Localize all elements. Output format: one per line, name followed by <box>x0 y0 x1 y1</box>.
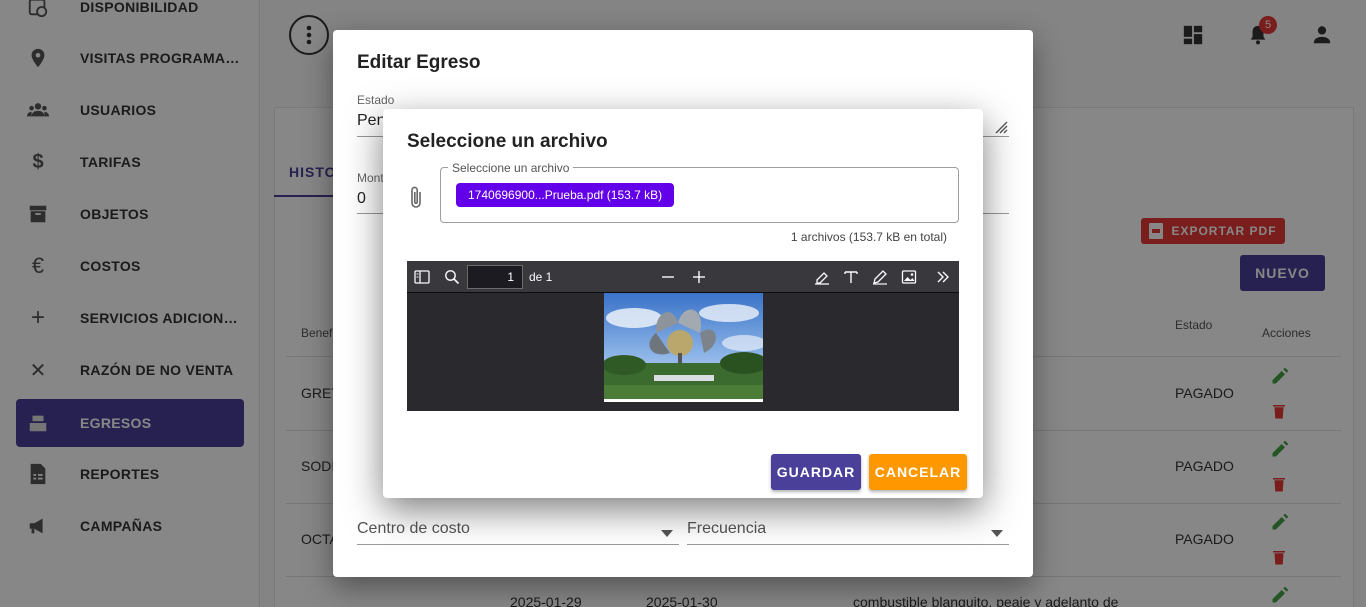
pdf-page-thumbnail <box>604 293 763 402</box>
chevron-down-icon <box>661 524 673 542</box>
dialog-title: Seleccione un archivo <box>407 131 608 152</box>
floralis-photo-image <box>604 293 763 402</box>
monto-label: Mont <box>357 171 384 185</box>
zoom-in-icon[interactable] <box>691 269 707 290</box>
search-icon[interactable] <box>444 269 460 290</box>
save-button[interactable]: GUARDAR <box>771 454 861 490</box>
estado-label: Estado <box>357 93 395 107</box>
image-icon[interactable] <box>901 269 917 290</box>
frecuencia-underline <box>687 544 1009 545</box>
text-icon[interactable] <box>843 269 859 290</box>
pdf-toolbar: de 1 <box>407 261 959 293</box>
file-count: 1 archivos (153.7 kB en total) <box>790 230 947 244</box>
file-input-label: Seleccione un archivo <box>448 161 574 175</box>
draw-icon[interactable] <box>872 269 888 290</box>
cancel-button[interactable]: CANCELAR <box>869 454 967 490</box>
centro-costo-underline <box>357 544 679 545</box>
more-tools-icon[interactable] <box>935 269 951 290</box>
file-chip[interactable]: 1740696900...Prueba.pdf (153.7 kB) <box>456 183 675 207</box>
zoom-out-icon[interactable] <box>660 269 676 290</box>
chevron-down-icon <box>991 524 1003 542</box>
monto-field[interactable]: 0 <box>357 190 366 208</box>
centro-costo-select[interactable]: Centro de costo <box>357 520 470 538</box>
sidebar-toggle-icon[interactable] <box>414 269 430 290</box>
highlight-icon[interactable] <box>814 269 830 290</box>
pdf-viewer: de 1 <box>407 261 959 411</box>
paperclip-icon[interactable] <box>409 185 423 214</box>
dialog-title: Editar Egreso <box>357 52 481 73</box>
page-count: de 1 <box>529 270 553 284</box>
estado-field[interactable]: Pen <box>357 112 385 130</box>
page-number-input[interactable] <box>467 265 523 289</box>
file-select-dialog: Seleccione un archivo Seleccione un arch… <box>383 109 983 498</box>
resize-handle-icon[interactable] <box>994 120 1008 139</box>
frecuencia-select[interactable]: Frecuencia <box>687 520 766 538</box>
